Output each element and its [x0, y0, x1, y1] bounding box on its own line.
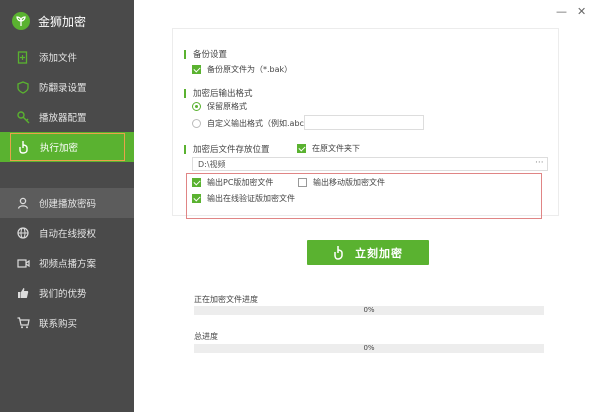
nav-item-online-auth[interactable]: 自动在线授权: [0, 218, 134, 248]
nav-item-vod-plan[interactable]: 视频点播方案: [0, 248, 134, 278]
nav-label: 自动在线授权: [39, 229, 97, 240]
online-output-label: 输出在线验证版加密文件: [207, 194, 295, 203]
nav-item-advantages[interactable]: 我们的优势: [0, 278, 134, 308]
custom-format-label: 自定义输出格式（例如.abc）: [207, 119, 312, 128]
nav-item-anti-record[interactable]: 防翻录设置: [0, 72, 134, 102]
minimize-button[interactable]: —: [556, 5, 567, 18]
mobile-output-label: 输出移动版加密文件: [313, 178, 385, 187]
app-title: 金狮加密: [38, 14, 87, 29]
encrypt-now-label: 立刻加密: [355, 246, 403, 260]
main-area: — ✕ 备份设置 备份原文件为（*.bak） 加密后输出格式 保留原格式 自定义…: [134, 0, 600, 412]
total-progress-label: 总进度: [194, 332, 218, 341]
nav-label: 执行加密: [40, 143, 79, 154]
custom-format-option[interactable]: 自定义输出格式（例如.abc）: [192, 118, 312, 129]
sidebar: 金狮加密 添加文件 防翻录设置 播放器配置 执行加密 创建播放密码 自动在线授权…: [0, 0, 134, 412]
pc-output-label: 输出PC版加密文件: [207, 178, 274, 187]
encrypt-now-button[interactable]: 立刻加密: [307, 240, 429, 265]
close-button[interactable]: ✕: [577, 5, 586, 18]
nav-label: 播放器配置: [39, 113, 87, 124]
mobile-output-checkbox[interactable]: [298, 178, 307, 187]
backup-option[interactable]: 备份原文件为（*.bak）: [192, 64, 292, 75]
backup-section-title: 备份设置: [184, 48, 227, 60]
backup-checkbox[interactable]: [192, 65, 201, 74]
nav-item-execute-encrypt[interactable]: 执行加密: [0, 132, 134, 162]
video-icon: [16, 256, 30, 270]
pc-output-option[interactable]: 输出PC版加密文件: [192, 177, 273, 188]
nav-item-add-file[interactable]: 添加文件: [0, 42, 134, 72]
current-progress-label: 正在加密文件进度: [194, 295, 258, 304]
custom-format-radio[interactable]: [192, 119, 201, 128]
nav-item-player-config[interactable]: 播放器配置: [0, 102, 134, 132]
shield-icon: [16, 80, 30, 94]
nav-label: 创建播放密码: [39, 199, 97, 210]
nav-label: 我们的优势: [39, 289, 87, 300]
total-progress-percent: 0%: [363, 344, 375, 352]
mobile-output-option[interactable]: 输出移动版加密文件: [298, 177, 385, 188]
keep-format-option[interactable]: 保留原格式: [192, 101, 247, 112]
nav-label: 联系购买: [39, 319, 78, 330]
thumbs-up-icon: [16, 286, 30, 300]
format-section-title: 加密后输出格式: [184, 87, 253, 99]
keep-format-radio[interactable]: [192, 102, 201, 111]
same-folder-option[interactable]: 在原文件夹下: [297, 143, 360, 154]
cart-icon: [16, 316, 30, 330]
globe-icon: [16, 226, 30, 240]
user-icon: [16, 196, 30, 210]
finger-icon: [333, 245, 345, 260]
nav-label: 视频点播方案: [39, 259, 97, 270]
same-folder-label: 在原文件夹下: [312, 144, 360, 153]
pc-output-checkbox[interactable]: [192, 178, 201, 187]
nav-label: 防翻录设置: [39, 83, 87, 94]
finger-icon: [17, 140, 31, 154]
online-output-option[interactable]: 输出在线验证版加密文件: [192, 193, 295, 204]
add-file-icon: [16, 50, 30, 64]
output-path-input[interactable]: D:\视频: [192, 157, 548, 171]
current-progress-bar: 0%: [194, 306, 544, 315]
key-icon: [16, 110, 30, 124]
custom-format-input[interactable]: [304, 115, 424, 130]
nav-item-create-password[interactable]: 创建播放密码: [0, 188, 134, 218]
browse-button[interactable]: ···: [535, 158, 544, 168]
lion-logo-icon: [12, 12, 30, 30]
app-brand: 金狮加密: [0, 0, 134, 42]
online-output-checkbox[interactable]: [192, 194, 201, 203]
nav-label: 添加文件: [39, 53, 78, 64]
location-section-title: 加密后文件存放位置: [184, 143, 270, 155]
nav-item-contact-buy[interactable]: 联系购买: [0, 308, 134, 338]
backup-option-label: 备份原文件为（*.bak）: [207, 65, 293, 74]
total-progress-bar: 0%: [194, 344, 544, 353]
same-folder-checkbox[interactable]: [297, 144, 306, 153]
keep-format-label: 保留原格式: [207, 102, 247, 111]
current-progress-percent: 0%: [363, 306, 375, 314]
